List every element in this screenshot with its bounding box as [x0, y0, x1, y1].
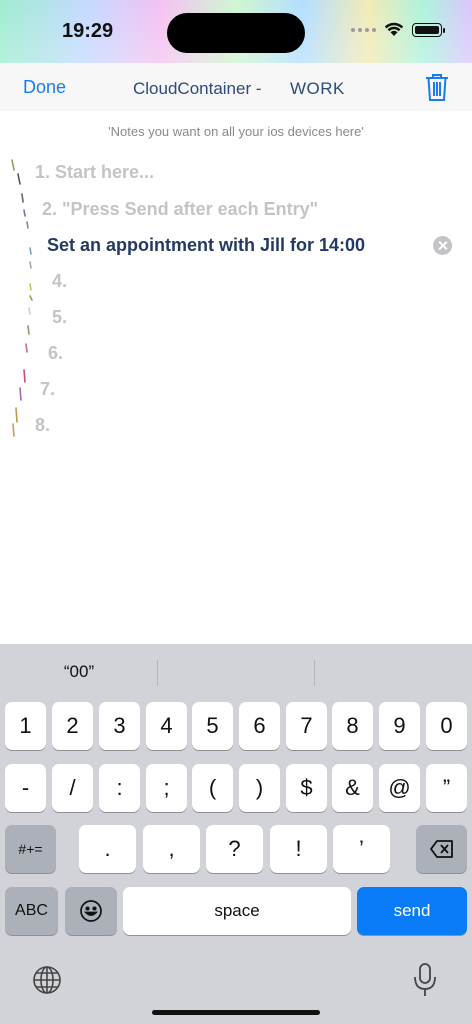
- key-at[interactable]: @: [379, 764, 420, 812]
- key-open-paren[interactable]: (: [192, 764, 233, 812]
- key-6[interactable]: 6: [239, 702, 280, 750]
- key-apostrophe[interactable]: ’: [333, 825, 390, 873]
- send-key[interactable]: send: [357, 887, 467, 935]
- key-7[interactable]: 7: [286, 702, 327, 750]
- emoji-icon[interactable]: [65, 887, 117, 935]
- note-line-5[interactable]: 5.: [52, 307, 67, 328]
- container-name[interactable]: WORK: [290, 79, 345, 99]
- note-line-3-active[interactable]: Set an appointment with Jill for 14:00: [47, 235, 365, 256]
- key-period[interactable]: .: [79, 825, 136, 873]
- keyboard: “00” 1 2 3 4 5 6 7 8 9 0 - / : ; ( ) $ &…: [0, 644, 472, 1024]
- key-quote[interactable]: ”: [426, 764, 467, 812]
- suggestion-1[interactable]: “00”: [4, 662, 154, 682]
- note-line-4[interactable]: 4.: [52, 271, 67, 292]
- trash-icon[interactable]: [424, 72, 450, 102]
- space-key[interactable]: space: [123, 887, 351, 935]
- key-4[interactable]: 4: [146, 702, 187, 750]
- key-dollar[interactable]: $: [286, 764, 327, 812]
- status-time: 19:29: [62, 20, 114, 42]
- key-5[interactable]: 5: [192, 702, 233, 750]
- done-button[interactable]: Done: [23, 77, 66, 98]
- hint-text: 'Notes you want on all your ios devices …: [108, 124, 364, 139]
- wifi-icon: [384, 22, 404, 37]
- clear-text-button[interactable]: [433, 236, 452, 255]
- microphone-icon[interactable]: [412, 962, 438, 998]
- note-line-1[interactable]: 1. Start here...: [35, 162, 154, 183]
- key-colon[interactable]: :: [99, 764, 140, 812]
- key-hyphen[interactable]: -: [5, 764, 46, 812]
- key-abc[interactable]: ABC: [5, 887, 58, 935]
- key-0[interactable]: 0: [426, 702, 467, 750]
- status-icons: [351, 22, 445, 37]
- key-exclamation[interactable]: !: [270, 825, 327, 873]
- key-slash[interactable]: /: [52, 764, 93, 812]
- key-semicolon[interactable]: ;: [146, 764, 187, 812]
- key-comma[interactable]: ,: [143, 825, 200, 873]
- key-question[interactable]: ?: [206, 825, 263, 873]
- key-1[interactable]: 1: [5, 702, 46, 750]
- key-8[interactable]: 8: [332, 702, 373, 750]
- key-more-symbols[interactable]: #+=: [5, 825, 56, 873]
- note-line-7[interactable]: 7.: [40, 379, 55, 400]
- status-bar: 19:29: [0, 0, 472, 63]
- nav-title: CloudContainer -: [133, 79, 262, 98]
- key-close-paren[interactable]: ): [239, 764, 280, 812]
- dynamic-island: [167, 13, 305, 53]
- cellular-icon: [351, 27, 376, 32]
- battery-icon: [412, 22, 445, 37]
- suggestion-bar: “00”: [0, 644, 472, 700]
- key-9[interactable]: 9: [379, 702, 420, 750]
- decorative-margin-lines: [11, 159, 33, 437]
- note-line-8[interactable]: 8.: [35, 415, 50, 436]
- key-ampersand[interactable]: &: [332, 764, 373, 812]
- key-2[interactable]: 2: [52, 702, 93, 750]
- backspace-icon[interactable]: [416, 825, 467, 873]
- key-3[interactable]: 3: [99, 702, 140, 750]
- note-line-6[interactable]: 6.: [48, 343, 63, 364]
- note-line-2[interactable]: 2. "Press Send after each Entry": [42, 199, 318, 220]
- globe-icon[interactable]: [31, 964, 63, 996]
- home-indicator: [152, 1010, 320, 1015]
- nav-bar: Done CloudContainer - WORK: [0, 63, 472, 111]
